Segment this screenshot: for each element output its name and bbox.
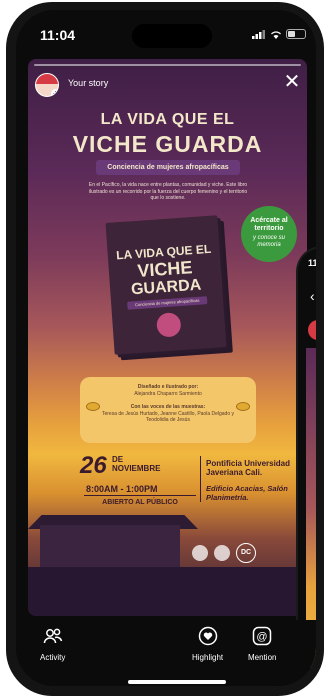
story-progress-bar [34, 64, 301, 66]
designer-name: Alejandra Chaparro Sarmiento [134, 391, 202, 397]
activity-button[interactable]: Activity [40, 626, 65, 662]
back-chevron-icon[interactable]: ‹ [310, 288, 315, 304]
badge-line2: y conoce su memoria [252, 235, 286, 248]
territory-badge: Acércate al territorio y conoce su memor… [241, 206, 297, 262]
avatar[interactable]: + [35, 73, 59, 97]
divider [200, 456, 201, 502]
book-emblem-icon [155, 312, 182, 338]
poster-description: En el Pacífico, la vida nace entre plant… [88, 182, 248, 201]
institution-logo-icon [214, 545, 230, 561]
highlight-button[interactable]: Highlight [192, 626, 223, 662]
voices-label: Con las voces de las muestras: [130, 404, 206, 410]
poster-subtitle: Conciencia de mujeres afropacíficas [96, 160, 240, 175]
dynamic-island [132, 24, 212, 48]
next-story-time: 11:0 [308, 258, 316, 268]
event-hours: 8:00AM - 1:00PM [86, 484, 158, 494]
svg-text:@: @ [257, 631, 268, 643]
event-open-label: ABIERTO AL PÚBLICO [102, 499, 178, 506]
status-icons [252, 29, 306, 39]
activity-label: Activity [40, 653, 66, 662]
screen: 11:04 + Your story ✕ LA VIDA QUE EL VICH… [16, 10, 316, 686]
poster-title-line2: VICHE GUARDA [72, 131, 263, 157]
next-story-avatar [308, 320, 316, 340]
bottom-action-bar: Activity Highlight @ Mention [16, 620, 316, 686]
designed-label: Diseñado e ilustrado por: [137, 384, 199, 390]
university-logo-icon [192, 545, 208, 561]
dc-logo: DC [236, 543, 256, 563]
close-icon[interactable]: ✕ [281, 71, 303, 93]
add-icon: + [51, 89, 58, 96]
divider [84, 495, 196, 496]
mention-icon: @ [252, 626, 272, 646]
phone-frame: 11:04 + Your story ✕ LA VIDA QUE EL VICH… [6, 2, 324, 696]
event-venue: Pontificia Universidad Javeriana Cali. [206, 459, 291, 477]
signal-icon [252, 29, 265, 39]
home-indicator[interactable] [128, 680, 226, 684]
book-cover: LA VIDA QUE EL VICHE GUARDA Conciencia d… [105, 215, 227, 355]
ground-illustration [28, 567, 307, 616]
badge-line1: Acércate al territorio [250, 217, 288, 232]
sponsor-logos: DC [192, 543, 256, 563]
activity-icon [43, 628, 62, 644]
event-day: 26 [80, 452, 107, 479]
wifi-icon [271, 30, 281, 39]
battery-icon [286, 29, 306, 39]
status-time: 11:04 [40, 27, 76, 43]
story-owner-label[interactable]: Your story [68, 78, 108, 88]
event-month: DE NOVIEMBRE [112, 455, 161, 473]
mention-label: Mention [248, 653, 277, 662]
event-hall: Edificio Acacias, Salón Planimetría. [206, 484, 288, 502]
mention-button[interactable]: @ Mention [248, 626, 276, 662]
highlight-label: Highlight [192, 653, 224, 662]
poster-title-line1: LA VIDA QUE EL [100, 111, 235, 128]
highlight-heart-icon [198, 626, 217, 646]
credits-banner: Diseñado e ilustrado por: Alejandra Chap… [80, 377, 256, 443]
voices-names: Teresa de Jesús Hurtado, Jeanne Castillo… [101, 411, 235, 423]
status-bar: 11:04 [16, 10, 316, 56]
story-card[interactable]: + Your story ✕ LA VIDA QUE EL VICHE GUAR… [28, 59, 307, 616]
house-illustration [40, 525, 180, 573]
